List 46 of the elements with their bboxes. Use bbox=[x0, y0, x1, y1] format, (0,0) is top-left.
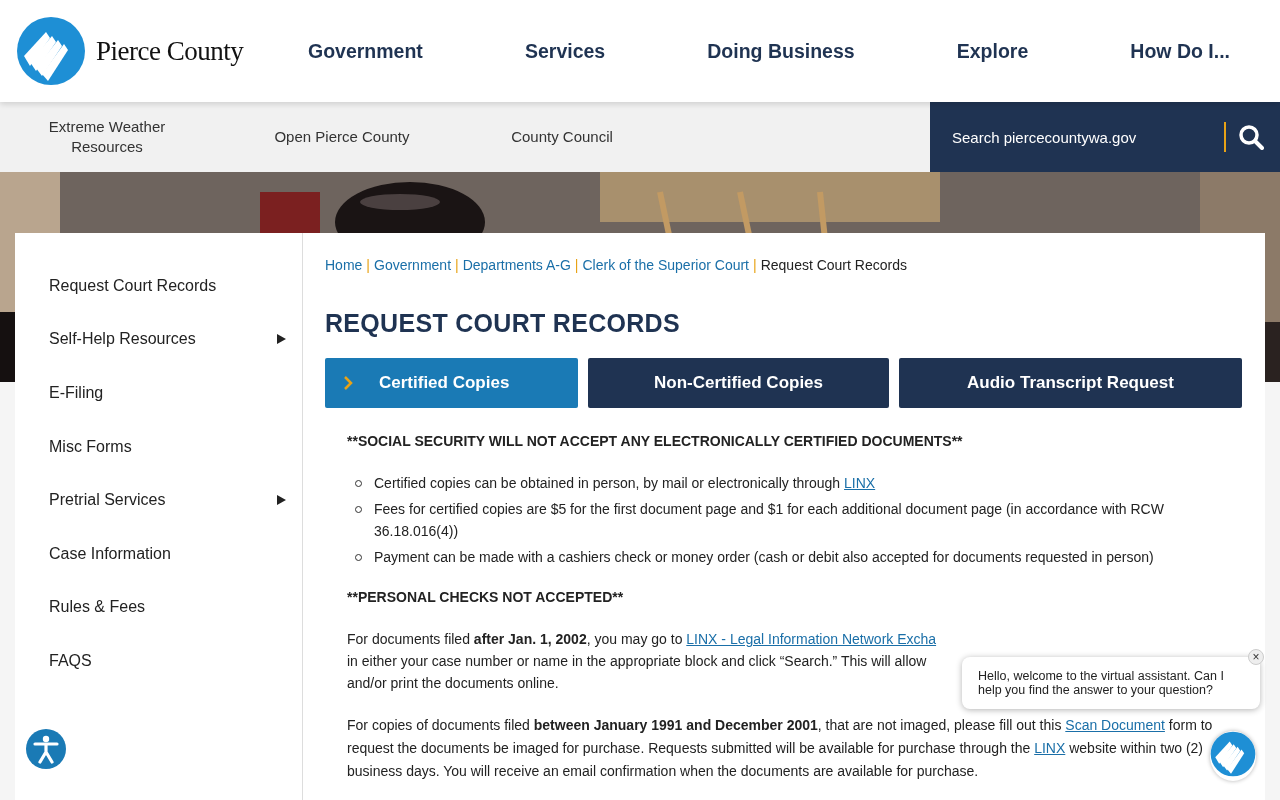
page-title: REQUEST COURT RECORDS bbox=[325, 309, 681, 338]
notice-text: **PERSONAL CHECKS NOT ACCEPTED** bbox=[347, 588, 625, 607]
chatbot-icon bbox=[1210, 731, 1256, 777]
quick-link[interactable]: Extreme Weather Resources bbox=[32, 117, 182, 157]
list-item-text: Fees for certified copies are $5 for the first document page and $1 for each additional document page (in accordance with RCW 36.18.016(4)) bbox=[374, 500, 1165, 541]
tab[interactable]: Non-Certified Copies bbox=[588, 358, 889, 408]
tab[interactable]: Audio Transcript Request bbox=[899, 358, 1242, 408]
breadcrumb-separator: | bbox=[366, 257, 370, 273]
sidebar-item[interactable]: FAQS bbox=[15, 634, 302, 688]
breadcrumb-link[interactable]: Home bbox=[325, 257, 363, 273]
sidebar-item[interactable]: Rules & Fees bbox=[15, 580, 302, 635]
breadcrumb-separator: | bbox=[753, 257, 757, 273]
breadcrumb-separator: | bbox=[455, 257, 459, 273]
link[interactable]: LINX bbox=[1034, 740, 1066, 756]
nav-link[interactable]: Government bbox=[308, 39, 423, 63]
breadcrumb-link[interactable]: Departments A-G bbox=[462, 257, 571, 273]
search-icon bbox=[1238, 124, 1264, 150]
tab[interactable]: Certified Copies bbox=[325, 358, 578, 408]
link[interactable]: LINX bbox=[844, 475, 876, 491]
breadcrumb-current: Request Court Records bbox=[760, 257, 907, 273]
quick-link[interactable]: County Council bbox=[452, 127, 672, 147]
breadcrumb-link[interactable]: Clerk of the Superior Court bbox=[582, 257, 749, 273]
sidebar-item[interactable]: Self-Help Resources bbox=[15, 312, 302, 367]
notice-text: **SOCIAL SECURITY WILL NOT ACCEPT ANY ELECTRONICALLY CERTIFIED DOCUMENTS** bbox=[347, 432, 964, 451]
sidebar-item[interactable]: Request Court Records bbox=[15, 259, 302, 313]
quick-link[interactable]: Open Pierce County bbox=[232, 127, 452, 147]
sidebar-item[interactable]: Case Information bbox=[15, 526, 302, 581]
breadcrumb-link[interactable]: Government bbox=[374, 257, 452, 273]
paragraph: For copies of documents filed between January 1991 and December 2001, that are not imaged, please fill out this Scan Document form to request the documents be imaged for purchase. Requests submitted will be available for purchase through the LINX website within two (2) business days. You will receive an email confirmation when the documents are available for purchase. bbox=[347, 716, 1213, 781]
list-item-text: Payment can be made with a cashiers check or money order (cash or debit also accepted for documents requested in person) bbox=[374, 548, 1154, 567]
sidebar-item[interactable]: E-Filing bbox=[15, 366, 302, 420]
link[interactable]: Scan Document bbox=[1065, 717, 1165, 733]
nav-link[interactable]: Doing Business bbox=[707, 39, 855, 63]
sidebar-item[interactable]: Pretrial Services bbox=[15, 473, 302, 527]
chevron-icon bbox=[343, 375, 353, 391]
logo-icon bbox=[16, 16, 86, 86]
accessibility-icon[interactable] bbox=[26, 729, 66, 769]
nav-link[interactable]: How Do I... bbox=[1130, 39, 1230, 63]
list-item-text: Certified copies can be obtained in person, by mail or electronically through LINX bbox=[374, 474, 876, 493]
chat-message: Hello, welcome to the virtual assistant. Can I help you find the answer to your question? bbox=[978, 669, 1224, 697]
nav-link[interactable]: Explore bbox=[956, 39, 1029, 63]
logo-text: Pierce County bbox=[96, 35, 244, 67]
nav-link[interactable]: Services bbox=[524, 39, 606, 63]
sidebar-item[interactable]: Misc Forms bbox=[15, 419, 302, 474]
link[interactable]: LINX - Legal Information Network Excha bbox=[686, 631, 937, 647]
breadcrumb-separator: | bbox=[574, 257, 579, 273]
